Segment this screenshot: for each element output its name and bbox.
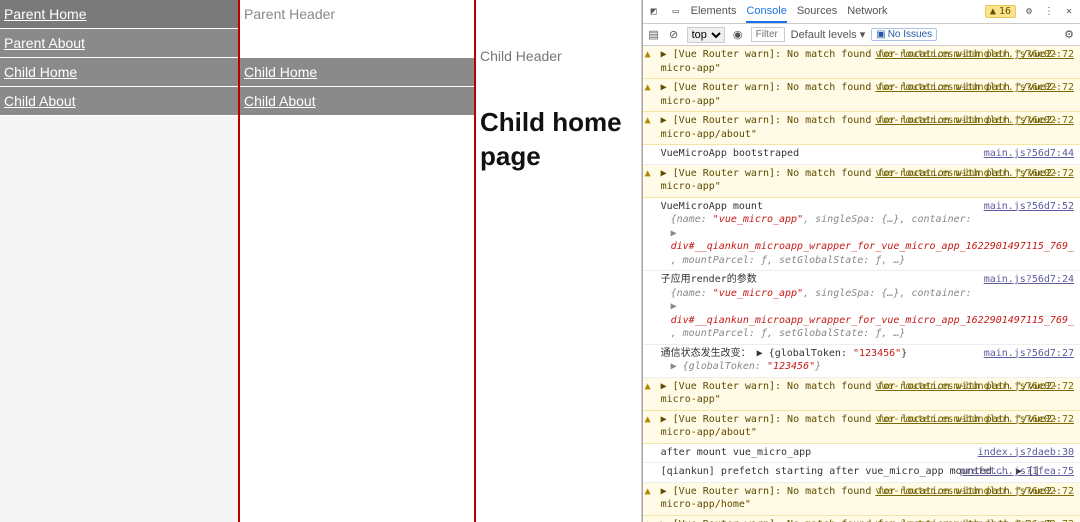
close-icon[interactable]: ✕ [1062, 5, 1076, 19]
console-row[interactable]: [qiankun] prefetch starting after vue_mi… [643, 463, 1080, 483]
console-subline: , mountParcel: ƒ, setGlobalState: ƒ, …} [661, 254, 1074, 268]
warn-count-badge[interactable]: ▲ 16 [985, 5, 1016, 18]
source-link[interactable]: vue-router.esm-bundler.js?6c02:72 [875, 413, 1074, 427]
console-subline: ▶ div#__qiankun_microapp_wrapper_for_vue… [661, 300, 1074, 327]
child-app-column: Child Header Child home page [476, 0, 641, 522]
nav-parent-home[interactable]: Parent Home [0, 0, 238, 29]
console-text: after mount vue_micro_app [661, 447, 812, 458]
inspect-icon[interactable]: ◩ [647, 5, 661, 19]
source-link[interactable]: vue-router.esm-bundler.js?6c02:72 [875, 81, 1074, 95]
console-row[interactable]: ▲▶ [Vue Router warn]: No match found for… [643, 516, 1080, 522]
device-icon[interactable]: ▭ [669, 5, 683, 19]
warn-icon: ▲ [645, 485, 651, 499]
log-levels[interactable]: Default levels ▾ [791, 28, 866, 41]
sidebar-toggle-icon[interactable]: ▤ [647, 28, 661, 42]
warn-icon: ▲ [645, 380, 651, 394]
console-row[interactable]: 子应用render的参数 {name: "vue_micro_app", sin… [643, 271, 1080, 345]
console-row[interactable]: ▲▶ [Vue Router warn]: No match found for… [643, 112, 1080, 145]
console-row[interactable]: after mount vue_micro_app index.js?daeb:3… [643, 444, 1080, 464]
source-link[interactable]: vue-router.esm-bundler.js?6c02:72 [875, 380, 1074, 394]
console-row[interactable]: ▲▶ [Vue Router warn]: No match found for… [643, 483, 1080, 516]
warn-icon: ▲ [645, 413, 651, 427]
devtools-tabs: Elements Console Sources Network [691, 1, 888, 23]
warn-icon: ▲ [645, 518, 651, 522]
console-toolbar: ▤ ⊘ top ◉ Default levels ▾ ▣ No Issues ⚙ [643, 24, 1080, 46]
tab-console[interactable]: Console [746, 1, 786, 23]
console-subline: {name: "vue_micro_app", singleSpa: {…}, … [661, 287, 1074, 301]
source-link[interactable]: vue-router.esm-bundler.js?6c02:72 [875, 485, 1074, 499]
console-output[interactable]: ▲▶ [Vue Router warn]: No match found for… [643, 46, 1080, 522]
console-row[interactable]: VueMicroApp mount {name: "vue_micro_app"… [643, 198, 1080, 272]
context-select[interactable]: top [687, 27, 725, 43]
child-page-content: Child home page [476, 68, 641, 174]
warn-icon: ▲ [645, 114, 651, 128]
console-text: 通信状态发生改变： ▶ {globalToken: "123456"} [661, 348, 908, 359]
nav-child-about[interactable]: Child About [0, 87, 238, 116]
child-nav-about[interactable]: Child About [240, 87, 474, 116]
console-row[interactable]: ▲▶ [Vue Router warn]: No match found for… [643, 378, 1080, 411]
clear-console-icon[interactable]: ⊘ [667, 28, 681, 42]
console-row[interactable]: VueMicroApp bootstraped main.js?56d7:44 [643, 145, 1080, 165]
source-link[interactable]: vue-router.esm-bundler.js?6c02:72 [875, 518, 1074, 522]
warn-icon: ▲ [645, 48, 651, 62]
source-link[interactable]: vue-router.esm-bundler.js?6c02:72 [875, 167, 1074, 181]
warn-icon: ▲ [645, 167, 651, 181]
settings-icon[interactable]: ⚙ [1022, 5, 1036, 19]
console-settings-icon[interactable]: ⚙ [1062, 28, 1076, 42]
parent-header: Parent Header [240, 0, 474, 28]
console-subline: {name: "vue_micro_app", singleSpa: {…}, … [661, 213, 1074, 227]
tab-elements[interactable]: Elements [691, 1, 737, 23]
source-link[interactable]: main.js?56d7:44 [984, 147, 1074, 161]
eye-icon[interactable]: ◉ [731, 28, 745, 42]
filter-input[interactable] [751, 27, 785, 42]
warn-count: 16 [999, 6, 1011, 17]
console-subline: , mountParcel: ƒ, setGlobalState: ƒ, …} [661, 327, 1074, 341]
source-link[interactable]: main.js?56d7:24 [984, 273, 1074, 287]
console-text: 子应用render的参数 [661, 274, 757, 285]
console-subline: ▶ {globalToken: "123456"} [661, 360, 1074, 374]
console-subline: ▶ div#__qiankun_microapp_wrapper_for_vue… [661, 227, 1074, 254]
source-link[interactable]: main.js?56d7:27 [984, 347, 1074, 361]
parent-app-column: Parent Header Child Home Child About [238, 0, 476, 522]
console-text: VueMicroApp bootstraped [661, 148, 799, 159]
nav-child-home[interactable]: Child Home [0, 58, 238, 87]
devtools-panel: ◩ ▭ Elements Console Sources Network ▲ 1… [642, 0, 1080, 522]
no-issues-badge[interactable]: ▣ No Issues [871, 28, 937, 41]
console-row[interactable]: ▲▶ [Vue Router warn]: No match found for… [643, 79, 1080, 112]
child-header: Child Header [476, 44, 641, 68]
console-text: VueMicroApp mount [661, 201, 763, 212]
source-link[interactable]: index.js?daeb:30 [978, 446, 1074, 460]
no-issues-label: No Issues [888, 29, 932, 40]
source-link[interactable]: prefetch.js?1fea:75 [960, 465, 1074, 479]
console-row[interactable]: ▲▶ [Vue Router warn]: No match found for… [643, 46, 1080, 79]
source-link[interactable]: main.js?56d7:52 [984, 200, 1074, 214]
tab-sources[interactable]: Sources [797, 1, 837, 23]
nav-parent-about[interactable]: Parent About [0, 29, 238, 58]
console-row[interactable]: ▲▶ [Vue Router warn]: No match found for… [643, 411, 1080, 444]
console-row[interactable]: ▲▶ [Vue Router warn]: No match found for… [643, 165, 1080, 198]
devtools-topbar: ◩ ▭ Elements Console Sources Network ▲ 1… [643, 0, 1080, 24]
console-row[interactable]: 通信状态发生改变： ▶ {globalToken: "123456"}▶ {gl… [643, 345, 1080, 378]
warn-icon: ▲ [645, 81, 651, 95]
child-nav-home[interactable]: Child Home [240, 58, 474, 87]
app-panel: Parent Home Parent About Child Home Chil… [0, 0, 642, 522]
tab-network[interactable]: Network [847, 1, 887, 23]
parent-sidebar: Parent Home Parent About Child Home Chil… [0, 0, 238, 522]
source-link[interactable]: vue-router.esm-bundler.js?6c02:72 [875, 48, 1074, 62]
more-icon[interactable]: ⋮ [1042, 5, 1056, 19]
source-link[interactable]: vue-router.esm-bundler.js?6c02:72 [875, 114, 1074, 128]
